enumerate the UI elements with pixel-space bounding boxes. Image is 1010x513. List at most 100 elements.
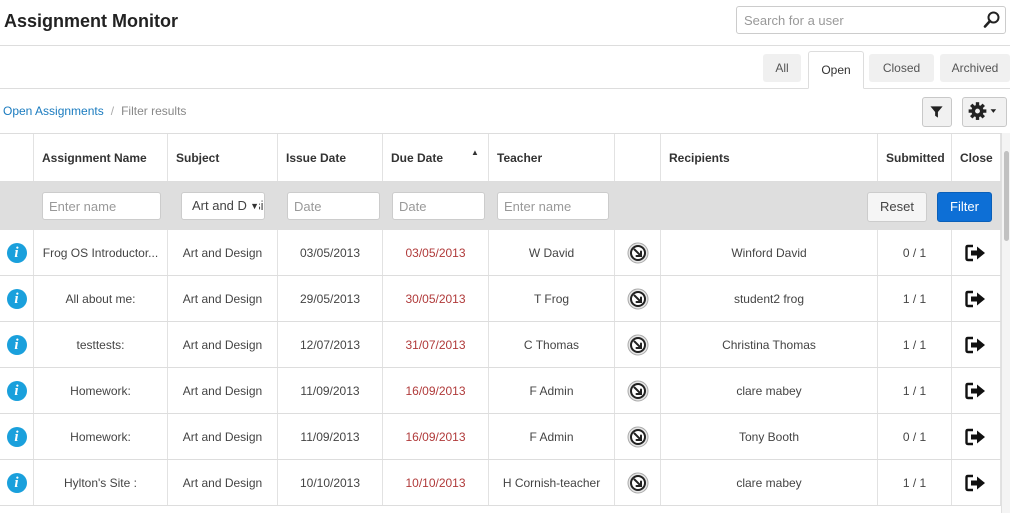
user-search[interactable]	[736, 6, 1006, 34]
dropdown-caret-icon: ▼	[247, 193, 259, 219]
recipients-cell: Winford David	[661, 230, 878, 275]
status-tabs: All Open Closed Archived	[0, 46, 1010, 89]
close-cell	[952, 322, 1001, 367]
column-assignment-name[interactable]: Assignment Name	[34, 134, 168, 181]
column-due-date[interactable]: Due Date ▲	[383, 134, 489, 181]
info-icon[interactable]: i	[6, 288, 27, 309]
submitted-cell: 0 / 1	[878, 230, 952, 275]
due-cell: 16/09/2013	[383, 414, 489, 459]
filter-due-date-input[interactable]	[392, 192, 485, 220]
sort-ascending-icon: ▲	[471, 148, 479, 157]
column-recipients[interactable]: Recipients	[661, 134, 878, 181]
site-link-icon[interactable]	[627, 334, 649, 356]
issue-cell: 29/05/2013	[278, 276, 383, 321]
name-cell: Homework:	[34, 414, 168, 459]
subject-cell: Art and Design	[168, 230, 278, 275]
close-assignment-icon[interactable]	[965, 290, 987, 308]
recipients-cell: Tony Booth	[661, 414, 878, 459]
name-cell: Frog OS Introductor...	[34, 230, 168, 275]
due-cell: 31/07/2013	[383, 322, 489, 367]
search-input[interactable]	[737, 7, 977, 33]
filter-teacher-input[interactable]	[497, 192, 609, 220]
close-assignment-icon[interactable]	[965, 336, 987, 354]
due-cell: 30/05/2013	[383, 276, 489, 321]
due-cell: 16/09/2013	[383, 368, 489, 413]
close-cell	[952, 276, 1001, 321]
column-issue-date[interactable]: Issue Date	[278, 134, 383, 181]
name-cell: Hylton's Site :	[34, 460, 168, 505]
close-assignment-icon[interactable]	[965, 244, 987, 262]
settings-menu-button[interactable]	[962, 97, 1007, 127]
table-row[interactable]: i All about me: Art and Design 29/05/2013 30…	[0, 276, 1001, 322]
site-link-icon[interactable]	[627, 426, 649, 448]
tab-open[interactable]: Open	[808, 51, 864, 89]
site-link-icon[interactable]	[627, 288, 649, 310]
close-assignment-icon[interactable]	[965, 428, 987, 446]
filter-subject-select[interactable]: Art and Design ▼	[181, 192, 265, 220]
filter-button[interactable]: Filter	[937, 192, 992, 222]
subject-cell: Art and Design	[168, 460, 278, 505]
issue-cell: 11/09/2013	[278, 368, 383, 413]
table-row[interactable]: i Hylton's Site : Art and Design 10/10/2013…	[0, 460, 1001, 506]
recipients-cell: clare mabey	[661, 368, 878, 413]
site-link-icon[interactable]	[627, 472, 649, 494]
search-icon[interactable]	[982, 10, 1002, 30]
scrollbar-thumb[interactable]	[1004, 151, 1009, 241]
site-cell	[615, 322, 661, 367]
teacher-cell: H Cornish-teacher	[489, 460, 615, 505]
filter-toggle-button[interactable]	[922, 97, 952, 127]
column-site	[615, 134, 661, 181]
chevron-down-icon	[990, 109, 997, 113]
funnel-icon	[930, 106, 943, 118]
breadcrumb-open-assignments[interactable]: Open Assignments	[3, 104, 104, 118]
submitted-cell: 1 / 1	[878, 460, 952, 505]
filter-name-input[interactable]	[42, 192, 161, 220]
submitted-cell: 0 / 1	[878, 414, 952, 459]
column-info	[0, 134, 34, 181]
info-icon[interactable]: i	[6, 472, 27, 493]
close-cell	[952, 414, 1001, 459]
info-cell: i	[0, 460, 34, 505]
issue-cell: 11/09/2013	[278, 414, 383, 459]
column-subject[interactable]: Subject	[168, 134, 278, 181]
recipients-cell: clare mabey	[661, 460, 878, 505]
site-link-icon[interactable]	[627, 242, 649, 264]
info-cell: i	[0, 368, 34, 413]
vertical-scrollbar[interactable]	[1001, 133, 1010, 513]
info-icon[interactable]: i	[6, 334, 27, 355]
tab-all[interactable]: All	[763, 54, 801, 82]
tab-archived[interactable]: Archived	[940, 54, 1010, 82]
site-cell	[615, 414, 661, 459]
column-close: Close	[952, 134, 1001, 181]
site-link-icon[interactable]	[627, 380, 649, 402]
table-row[interactable]: i Homework: Art and Design 11/09/2013 16/09/…	[0, 414, 1001, 460]
info-icon[interactable]: i	[6, 242, 27, 263]
due-cell: 03/05/2013	[383, 230, 489, 275]
name-cell: Homework:	[34, 368, 168, 413]
table-row[interactable]: i testtests: Art and Design 12/07/2013 31/07…	[0, 322, 1001, 368]
info-cell: i	[0, 276, 34, 321]
gear-icon	[968, 102, 997, 120]
close-assignment-icon[interactable]	[965, 382, 987, 400]
table-row[interactable]: i Homework: Art and Design 11/09/2013 16/09/…	[0, 368, 1001, 414]
subject-cell: Art and Design	[168, 322, 278, 367]
breadcrumb-separator: /	[110, 104, 115, 118]
teacher-cell: T Frog	[489, 276, 615, 321]
name-cell: testtests:	[34, 322, 168, 367]
info-cell: i	[0, 414, 34, 459]
column-teacher[interactable]: Teacher	[489, 134, 615, 181]
table-row[interactable]: i Frog OS Introductor... Art and Design 03/…	[0, 230, 1001, 276]
column-submitted[interactable]: Submitted	[878, 134, 952, 181]
submitted-cell: 1 / 1	[878, 368, 952, 413]
reset-button[interactable]: Reset	[867, 192, 927, 222]
close-assignment-icon[interactable]	[965, 474, 987, 492]
info-icon[interactable]: i	[6, 426, 27, 447]
info-icon[interactable]: i	[6, 380, 27, 401]
issue-cell: 10/10/2013	[278, 460, 383, 505]
subject-cell: Art and Design	[168, 414, 278, 459]
filter-issue-date-input[interactable]	[287, 192, 380, 220]
issue-cell: 12/07/2013	[278, 322, 383, 367]
close-cell	[952, 460, 1001, 505]
table-header: Assignment Name Subject Issue Date Due D…	[0, 133, 1001, 182]
tab-closed[interactable]: Closed	[869, 54, 934, 82]
